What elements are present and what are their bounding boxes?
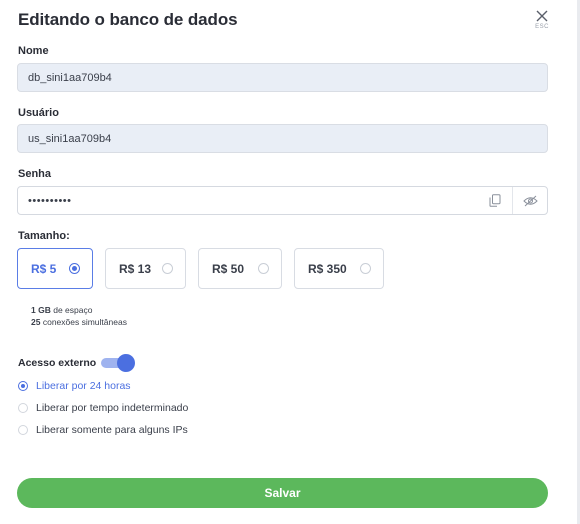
esc-hint: ESC xyxy=(535,24,549,30)
eye-off-icon xyxy=(522,195,538,206)
storage-value: 1 GB xyxy=(31,305,51,315)
radio-selected-icon xyxy=(69,263,80,274)
connections-text: conexões simultâneas xyxy=(42,317,127,327)
size-option-5[interactable]: R$ 5 xyxy=(17,248,93,289)
size-label: Tamanho: xyxy=(18,230,70,242)
copy-password-button[interactable] xyxy=(478,187,512,214)
radio-icon xyxy=(18,425,28,435)
size-option-label: R$ 50 xyxy=(212,261,245,276)
name-field[interactable]: db_sini1aa709b4 xyxy=(17,63,548,92)
user-field[interactable]: us_sini1aa709b4 xyxy=(17,124,548,153)
size-option-50[interactable]: R$ 50 xyxy=(198,248,282,289)
access-option-label: Liberar somente para alguns IPs xyxy=(36,424,188,436)
access-option-indefinite[interactable]: Liberar por tempo indeterminado xyxy=(18,402,188,414)
user-value: us_sini1aa709b4 xyxy=(28,132,112,145)
size-option-label: R$ 350 xyxy=(308,261,347,276)
close-button[interactable]: ESC xyxy=(530,10,554,30)
size-option-350[interactable]: R$ 350 xyxy=(294,248,384,289)
radio-icon xyxy=(18,403,28,413)
size-option-label: R$ 5 xyxy=(31,261,57,276)
size-options: R$ 5 R$ 13 R$ 50 R$ 350 xyxy=(17,248,384,289)
size-option-13[interactable]: R$ 13 xyxy=(105,248,186,289)
save-button[interactable]: Salvar xyxy=(17,478,548,508)
copy-icon xyxy=(489,194,501,207)
external-access-label: Acesso externo xyxy=(18,357,97,369)
access-option-label: Liberar por 24 horas xyxy=(36,380,131,392)
radio-icon xyxy=(162,263,173,274)
password-value: •••••••••• xyxy=(28,194,72,207)
user-label: Usuário xyxy=(18,107,59,119)
password-label: Senha xyxy=(18,168,52,180)
password-field[interactable]: •••••••••• xyxy=(17,186,548,215)
access-option-some-ips[interactable]: Liberar somente para alguns IPs xyxy=(18,424,188,436)
name-value: db_sini1aa709b4 xyxy=(28,71,112,84)
size-specs: 1 GB de espaço 25 conexões simultâneas xyxy=(31,304,127,328)
access-option-24h[interactable]: Liberar por 24 horas xyxy=(18,380,131,392)
radio-icon xyxy=(360,263,371,274)
toggle-password-visibility-button[interactable] xyxy=(512,187,547,214)
size-option-label: R$ 13 xyxy=(119,261,152,276)
toggle-knob xyxy=(117,354,135,372)
storage-text: de espaço xyxy=(53,305,93,315)
access-option-label: Liberar por tempo indeterminado xyxy=(36,402,189,414)
name-label: Nome xyxy=(18,45,49,57)
connections-value: 25 xyxy=(31,317,41,327)
external-access-toggle[interactable] xyxy=(101,354,135,372)
radio-selected-icon xyxy=(18,381,28,391)
dialog-title: Editando o banco de dados xyxy=(18,10,238,29)
radio-icon xyxy=(258,263,269,274)
close-icon xyxy=(536,10,548,22)
